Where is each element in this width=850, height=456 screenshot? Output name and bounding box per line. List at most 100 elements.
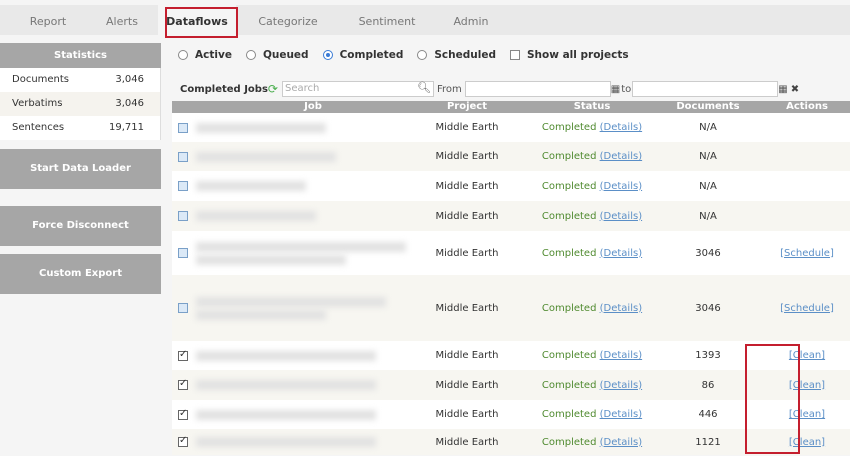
- to-label: to: [621, 83, 632, 95]
- col-status: Status: [573, 101, 611, 112]
- row-checkbox[interactable]: [178, 248, 188, 258]
- row-checkbox[interactable]: [178, 211, 188, 221]
- row-checkbox[interactable]: [178, 303, 188, 313]
- project-cell: Middle Earth: [435, 210, 499, 222]
- details-link[interactable]: (Details): [600, 303, 642, 314]
- documents-cell: N/A: [699, 151, 717, 162]
- documents-cell: 3046: [695, 247, 721, 259]
- job-name-redacted[interactable]: [194, 208, 402, 224]
- stat-label: Sentences: [12, 122, 65, 133]
- project-cell: Middle Earth: [435, 151, 499, 162]
- tab-admin[interactable]: Admin: [434, 5, 508, 35]
- start-data-loader-button[interactable]: Start Data Loader: [0, 149, 161, 189]
- status-cell: Completed (Details): [541, 350, 643, 361]
- force-disconnect-button[interactable]: Force Disconnect: [0, 206, 161, 246]
- checkbox[interactable]: [509, 50, 520, 60]
- status-cell: Completed (Details): [541, 247, 643, 259]
- job-name-redacted[interactable]: [194, 239, 406, 268]
- row-checkbox[interactable]: [178, 122, 188, 133]
- status-cell: Completed (Details): [541, 302, 643, 314]
- action-link[interactable]: [Clean]: [789, 437, 825, 448]
- job-name-redacted[interactable]: [194, 348, 402, 364]
- table-row: Middle Earth Completed (Details) N/A: [172, 201, 850, 231]
- refresh-icon[interactable]: ⟳: [268, 82, 278, 96]
- project-cell: Middle Earth: [435, 436, 499, 448]
- action-link[interactable]: [Clean]: [789, 350, 825, 361]
- from-label: From: [436, 83, 462, 95]
- job-name-redacted[interactable]: [194, 149, 402, 165]
- job-name-redacted[interactable]: [194, 377, 402, 393]
- row-checkbox[interactable]: [178, 435, 188, 447]
- radio-active[interactable]: Active: [178, 49, 232, 61]
- table-row: Middle Earth Completed (Details) N/A: [172, 171, 850, 201]
- details-link[interactable]: (Details): [600, 211, 642, 222]
- details-link[interactable]: (Details): [600, 350, 642, 361]
- row-checkbox[interactable]: [178, 151, 188, 162]
- show-all-projects-checkbox[interactable]: Show all projects: [509, 49, 629, 61]
- job-name-redacted[interactable]: [194, 120, 402, 136]
- radio-scheduled[interactable]: Scheduled: [417, 49, 496, 61]
- project-cell: Middle Earth: [435, 409, 499, 420]
- jobs-table: Job Project Status Documents Actions Mid…: [172, 101, 850, 455]
- actions-cell: [Clean]: [764, 350, 850, 361]
- table-row: Middle Earth Completed (Details) 3046 [S…: [172, 231, 850, 275]
- col-actions: Actions: [786, 101, 828, 112]
- row-checkbox[interactable]: [178, 408, 188, 420]
- search-icon[interactable]: 🔍︎: [417, 81, 431, 95]
- job-name-redacted[interactable]: [194, 178, 402, 194]
- documents-cell: 1121: [695, 436, 721, 448]
- clear-dates-icon[interactable]: ✖: [791, 84, 799, 95]
- details-link[interactable]: (Details): [600, 181, 642, 192]
- details-link[interactable]: (Details): [600, 122, 642, 133]
- details-link[interactable]: (Details): [600, 151, 642, 162]
- tab-report[interactable]: Report: [10, 5, 86, 35]
- radio-queued[interactable]: Queued: [245, 49, 309, 61]
- job-name-redacted[interactable]: [194, 434, 402, 450]
- statistics-header: Statistics: [0, 43, 161, 68]
- table-row: Middle Earth Completed (Details) N/A: [172, 113, 850, 142]
- details-link[interactable]: (Details): [600, 437, 642, 448]
- table-row: Middle Earth Completed (Details) 1121 [C…: [172, 429, 850, 455]
- table-row: Middle Earth Completed (Details) 3046 [S…: [172, 275, 850, 341]
- action-link[interactable]: [Clean]: [789, 380, 825, 391]
- details-link[interactable]: (Details): [600, 248, 642, 259]
- radio-button[interactable]: [245, 50, 256, 60]
- from-date-input[interactable]: [464, 81, 611, 97]
- table-row: Middle Earth Completed (Details) N/A: [172, 142, 850, 171]
- status-cell: Completed (Details): [541, 409, 643, 420]
- details-link[interactable]: (Details): [600, 380, 642, 391]
- stat-label: Documents: [12, 74, 70, 85]
- project-cell: Middle Earth: [435, 379, 499, 391]
- col-job: Job: [304, 101, 322, 112]
- project-cell: Middle Earth: [435, 302, 499, 314]
- custom-export-button[interactable]: Custom Export: [0, 254, 161, 294]
- col-project: Project: [446, 101, 488, 112]
- job-name-redacted[interactable]: [194, 407, 402, 423]
- radio-button[interactable]: [322, 50, 333, 60]
- action-link[interactable]: [Clean]: [789, 409, 825, 420]
- project-cell: Middle Earth: [435, 180, 499, 192]
- radio-completed[interactable]: Completed: [322, 49, 403, 61]
- radio-button[interactable]: [417, 50, 428, 60]
- row-checkbox[interactable]: [178, 378, 188, 390]
- calendar-icon[interactable]: ▦: [778, 84, 787, 95]
- tab-dataflows[interactable]: Dataflows: [158, 5, 236, 35]
- status-cell: Completed (Details): [541, 122, 643, 133]
- to-date-input[interactable]: [632, 81, 779, 97]
- row-checkbox[interactable]: [178, 181, 188, 191]
- status-cell: Completed (Details): [541, 379, 643, 391]
- details-link[interactable]: (Details): [600, 409, 642, 420]
- action-link[interactable]: [Schedule]: [780, 303, 834, 314]
- tab-sentiment[interactable]: Sentiment: [340, 5, 434, 35]
- tab-categorize[interactable]: Categorize: [236, 5, 340, 35]
- job-name-redacted[interactable]: [194, 294, 402, 323]
- tab-alerts[interactable]: Alerts: [86, 5, 158, 35]
- project-cell: Middle Earth: [435, 350, 499, 361]
- action-link[interactable]: [Schedule]: [780, 248, 834, 259]
- status-cell: Completed (Details): [541, 210, 643, 222]
- calendar-icon[interactable]: ▦: [611, 84, 620, 95]
- search-input[interactable]: Search 🔍︎: [281, 81, 434, 97]
- radio-button[interactable]: [178, 50, 188, 60]
- sidebar: Statistics Documents 3,046 Verbatims 3,046 S…: [0, 43, 161, 140]
- row-checkbox[interactable]: [178, 349, 188, 361]
